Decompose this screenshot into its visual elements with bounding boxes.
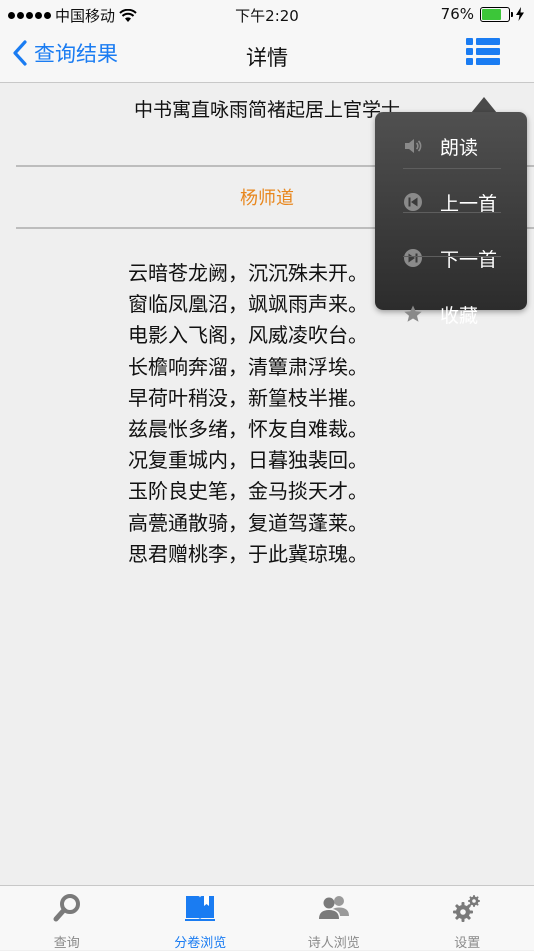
poem-line: 云暗苍龙阙，沉沉殊未开。: [128, 258, 368, 289]
tab-settings[interactable]: 设置: [401, 886, 534, 950]
tab-search[interactable]: 查询: [0, 886, 134, 950]
navigation-bar: 查询结果 详情: [0, 28, 534, 83]
previous-icon: [403, 192, 423, 212]
back-button[interactable]: 查询结果: [12, 38, 118, 68]
menu-item-label: 收藏: [440, 301, 478, 328]
status-right: 76%: [441, 5, 524, 23]
tab-label: 诗人浏览: [267, 932, 401, 951]
list-icon[interactable]: [466, 36, 500, 70]
tab-poet-browse[interactable]: 诗人浏览: [267, 886, 401, 950]
charging-icon: [516, 7, 524, 21]
poem-line: 况复重城内，日暮独裴回。: [128, 445, 368, 476]
menu-item-label: 下一首: [440, 245, 497, 272]
poem-line: 窗临凤凰沼，飒飒雨声来。: [128, 289, 368, 320]
menu-separator: [403, 168, 501, 169]
tab-bar: 查询 分卷浏览 诗人浏览: [0, 885, 534, 950]
speaker-icon: [403, 136, 423, 156]
people-icon: [318, 892, 350, 924]
poem-line: 思君赠桃李，于此冀琼瑰。: [128, 539, 368, 570]
menu-item-label: 朗读: [440, 133, 478, 160]
battery-fill: [482, 9, 501, 20]
chevron-left-icon: [12, 40, 28, 66]
battery-icon: [480, 7, 510, 22]
battery-percent: 76%: [441, 5, 474, 23]
poem-body: 云暗苍龙阙，沉沉殊未开。 窗临凤凰沼，飒飒雨声来。 电影入飞阁，风威凌吹台。 长…: [128, 258, 368, 570]
status-bar: 中国移动 下午2:20 76%: [0, 0, 534, 28]
poem-line: 玉阶良史笔，金马掞天才。: [128, 476, 368, 507]
menu-item-previous[interactable]: 上一首: [375, 180, 527, 224]
tab-label: 查询: [0, 932, 134, 951]
poem-line: 早荷叶稍没，新篁枝半摧。: [128, 383, 368, 414]
popup-menu: 朗读 上一首 下一首 收藏: [375, 112, 527, 310]
menu-item-next[interactable]: 下一首: [375, 236, 527, 280]
menu-item-read-aloud[interactable]: 朗读: [375, 124, 527, 168]
poem-line: 兹晨怅多绪，怀友自难裁。: [128, 414, 368, 445]
popup-arrow: [471, 97, 497, 113]
poem-line: 电影入飞阁，风威凌吹台。: [128, 320, 368, 351]
back-button-label: 查询结果: [34, 38, 118, 68]
menu-separator: [403, 212, 501, 213]
gear-icon: [451, 892, 483, 924]
tab-volume-browse[interactable]: 分卷浏览: [134, 886, 268, 950]
star-icon: [403, 304, 423, 324]
poem-line: 长檐响奔溜，清簟肃浮埃。: [128, 352, 368, 383]
menu-separator: [403, 256, 501, 257]
tab-label: 分卷浏览: [134, 932, 268, 951]
book-icon: [184, 892, 216, 924]
search-icon: [51, 892, 83, 924]
next-icon: [403, 248, 423, 268]
poem-line: 高甍通散骑，复道驾蓬莱。: [128, 508, 368, 539]
menu-item-favorite[interactable]: 收藏: [375, 292, 527, 336]
tab-label: 设置: [401, 932, 534, 951]
